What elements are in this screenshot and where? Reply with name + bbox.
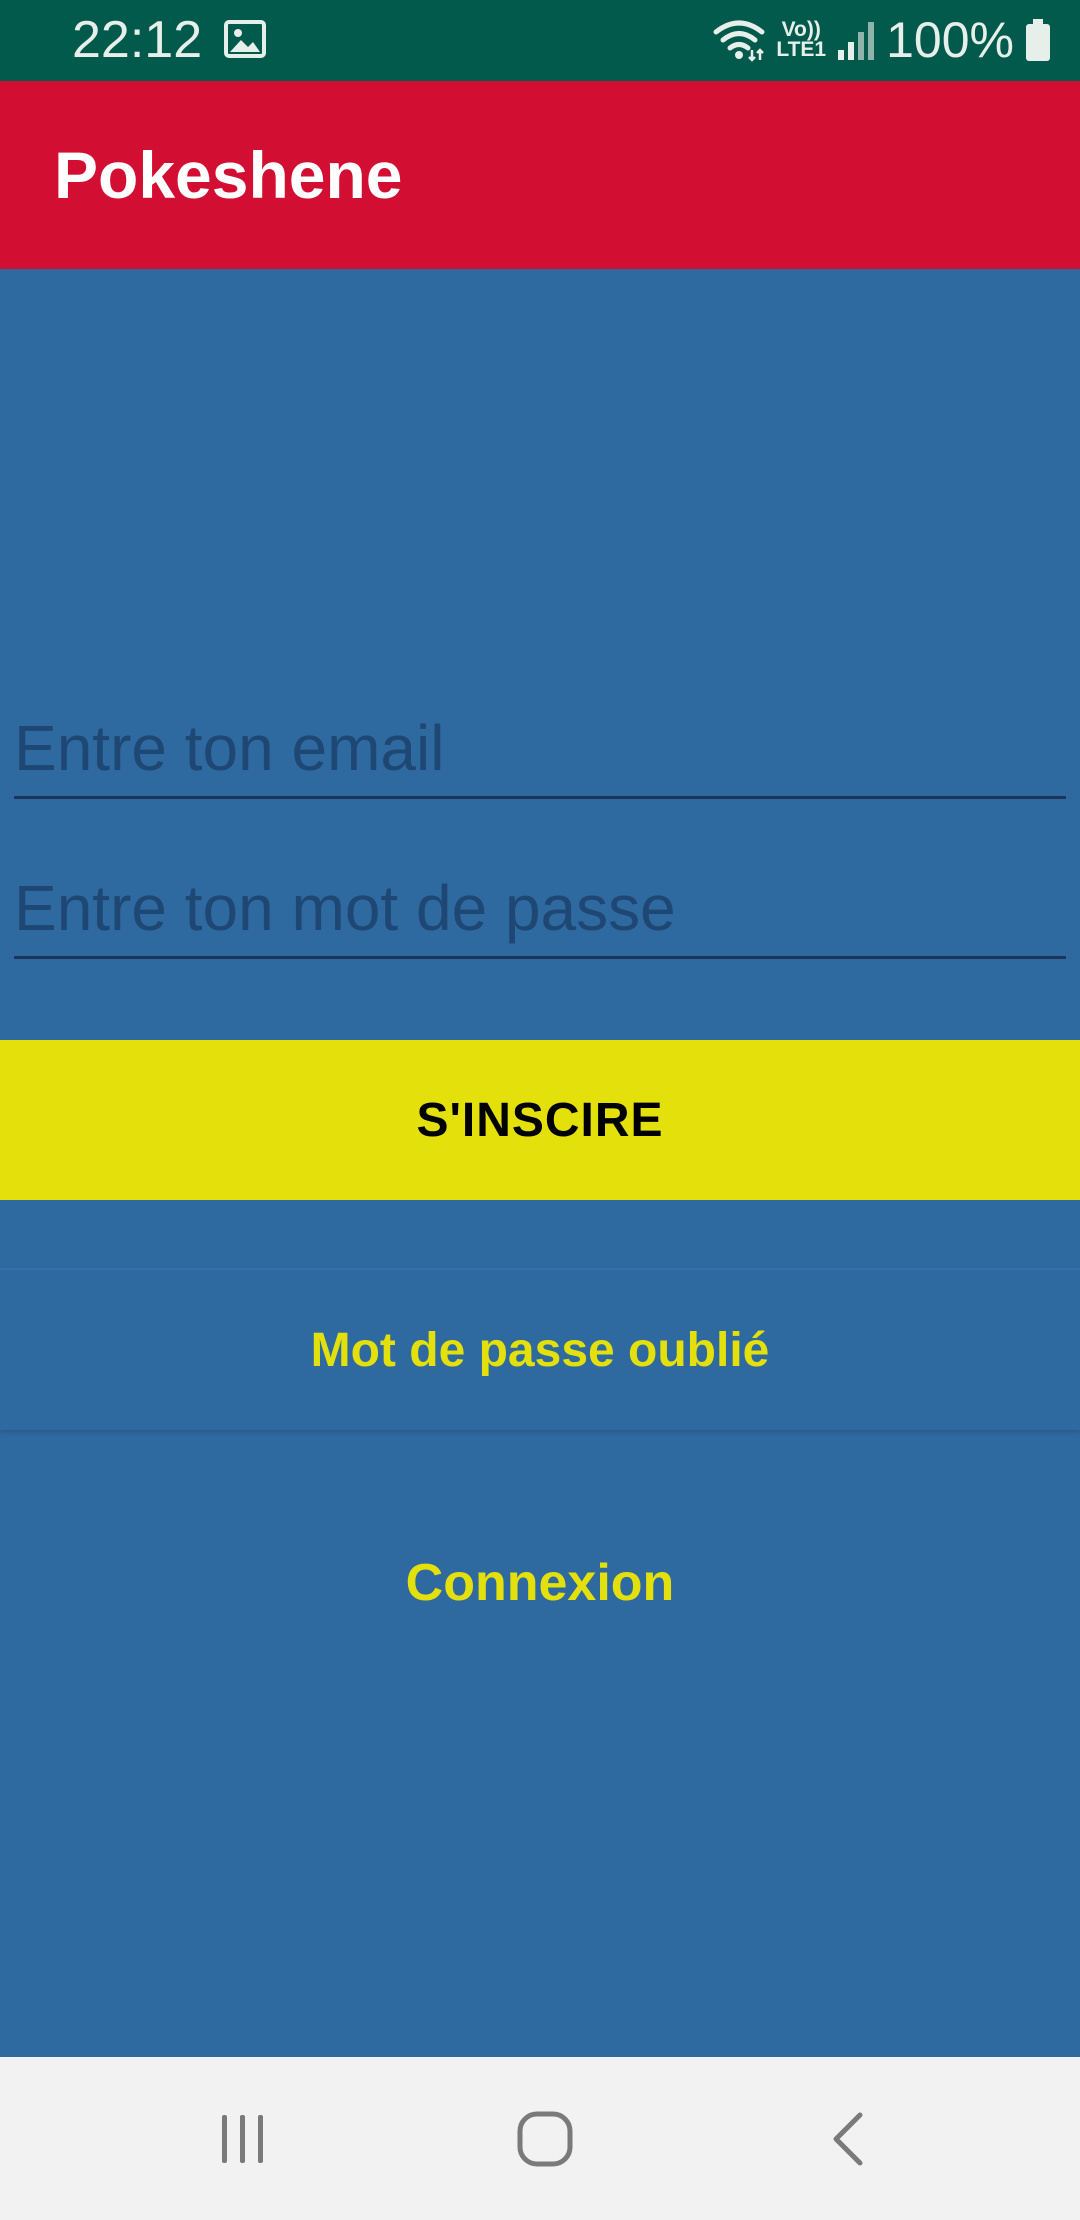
back-button[interactable] (748, 2057, 948, 2220)
home-button[interactable] (445, 2057, 645, 2220)
screen: 22:12 Vo)) LTE1 100% Pokeshene Entre ton… (0, 0, 1080, 2220)
email-field-container (14, 700, 1066, 799)
login-button[interactable]: Connexion (0, 1500, 1080, 1665)
signup-button[interactable]: S'INSCIRE (0, 1040, 1080, 1200)
recent-apps-icon (222, 2114, 263, 2163)
navigation-bar (0, 2057, 1080, 2220)
app-bar: Pokeshene (0, 81, 1080, 269)
volte-top: Vo)) (781, 18, 821, 41)
app-title: Pokeshene (54, 138, 403, 212)
battery-icon (1026, 19, 1050, 61)
status-indicators: Vo)) LTE1 100% (712, 10, 1052, 70)
image-icon (224, 20, 266, 58)
email-field[interactable] (14, 700, 1066, 796)
status-time: 22:12 (72, 11, 203, 69)
volte-bottom: LTE1 (776, 38, 827, 61)
recent-apps-button[interactable] (143, 2057, 343, 2220)
back-icon (833, 2112, 863, 2165)
password-field[interactable] (14, 860, 1066, 956)
volte-indicator: Vo)) LTE1 (776, 18, 827, 61)
signal-bars-icon (838, 22, 875, 60)
status-bar: 22:12 Vo)) LTE1 100% (0, 0, 1080, 81)
wifi-icon (713, 20, 765, 62)
home-icon (517, 2111, 573, 2166)
password-field-container (14, 860, 1066, 959)
battery-percentage: 100% (886, 12, 1014, 68)
forgot-password-button[interactable]: Mot de passe oublié (0, 1268, 1080, 1430)
